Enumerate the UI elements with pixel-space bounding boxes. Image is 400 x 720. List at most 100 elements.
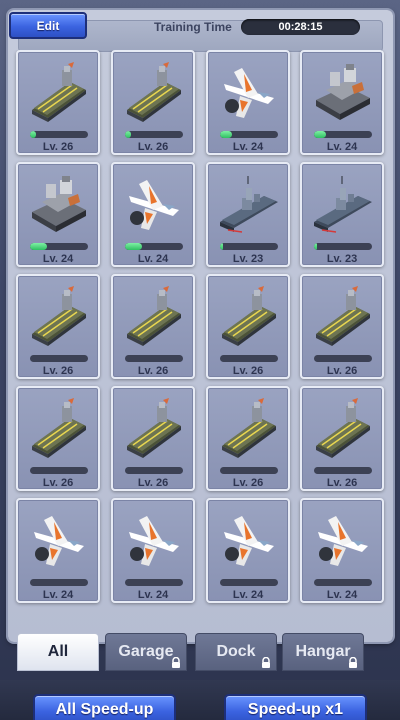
- unit-level: Lv. 24: [42, 253, 74, 265]
- carrier-unit-icon: [28, 60, 90, 124]
- unit-card[interactable]: Lv. 24: [16, 498, 100, 603]
- unit-level: Lv. 26: [326, 477, 358, 489]
- unit-card[interactable]: Lv. 24: [300, 50, 384, 155]
- training-progress-bar: [125, 579, 183, 586]
- tab-all[interactable]: All: [17, 633, 99, 671]
- tank-unit-icon: [312, 60, 374, 124]
- unit-level: Lv. 26: [42, 365, 74, 377]
- training-progress-fill: [125, 243, 143, 250]
- jet-unit-icon: [123, 172, 185, 236]
- destroyer-unit-icon: [218, 172, 280, 236]
- training-progress-bar: [125, 243, 183, 250]
- unit-card[interactable]: Lv. 26: [206, 274, 290, 379]
- training-progress-fill: [30, 243, 48, 250]
- unit-card[interactable]: Lv. 23: [206, 162, 290, 267]
- training-progress-fill: [220, 243, 223, 250]
- carrier-unit-icon: [123, 60, 185, 124]
- jet-unit-icon: [28, 508, 90, 572]
- training-progress-bar: [220, 467, 278, 474]
- unit-card[interactable]: Lv. 24: [111, 498, 195, 603]
- unit-card[interactable]: Lv. 26: [111, 274, 195, 379]
- unit-level: Lv. 24: [137, 589, 169, 601]
- carrier-unit-icon: [28, 396, 90, 460]
- unit-card[interactable]: Lv. 26: [16, 50, 100, 155]
- training-progress-bar: [30, 131, 88, 138]
- tab-dock[interactable]: Dock: [195, 633, 277, 671]
- tab-hangar[interactable]: Hangar: [282, 633, 364, 671]
- category-tabs: All Garage Dock Hangar: [8, 633, 393, 673]
- training-progress-bar: [314, 131, 372, 138]
- training-progress-bar: [314, 355, 372, 362]
- training-progress-bar: [30, 243, 88, 250]
- training-progress-bar: [220, 355, 278, 362]
- training-progress-bar: [314, 243, 372, 250]
- unit-level: Lv. 26: [232, 365, 264, 377]
- edit-button[interactable]: Edit: [9, 12, 87, 39]
- training-progress-fill: [220, 131, 232, 138]
- training-progress-bar: [220, 131, 278, 138]
- unit-level: Lv. 24: [137, 253, 169, 265]
- carrier-unit-icon: [312, 396, 374, 460]
- carrier-unit-icon: [123, 284, 185, 348]
- lock-icon: [170, 656, 182, 668]
- unit-level: Lv. 23: [232, 253, 264, 265]
- carrier-unit-icon: [28, 284, 90, 348]
- unit-level: Lv. 24: [326, 141, 358, 153]
- unit-level: Lv. 24: [232, 589, 264, 601]
- unit-grid: Lv. 26 Lv. 26 Lv. 24 Lv. 24 Lv. 24 Lv. 24 Lv. …: [8, 50, 388, 638]
- training-progress-bar: [314, 467, 372, 474]
- unit-level: Lv. 24: [42, 589, 74, 601]
- jet-unit-icon: [312, 508, 374, 572]
- jet-unit-icon: [123, 508, 185, 572]
- tab-label: Hangar: [295, 643, 351, 660]
- unit-card[interactable]: Lv. 24: [206, 50, 290, 155]
- unit-level: Lv. 24: [326, 589, 358, 601]
- training-timer: 00:28:15: [241, 19, 360, 35]
- training-progress-bar: [30, 467, 88, 474]
- unit-card[interactable]: Lv. 26: [300, 386, 384, 491]
- unit-card[interactable]: Lv. 23: [300, 162, 384, 267]
- unit-card[interactable]: Lv. 26: [16, 274, 100, 379]
- carrier-unit-icon: [123, 396, 185, 460]
- speedup-x1-button[interactable]: Speed-up x1: [224, 694, 367, 720]
- training-progress-fill: [30, 131, 36, 138]
- tab-label: Dock: [216, 643, 256, 660]
- training-progress-bar: [125, 131, 183, 138]
- unit-card[interactable]: Lv. 24: [16, 162, 100, 267]
- unit-level: Lv. 26: [137, 141, 169, 153]
- carrier-unit-icon: [218, 396, 280, 460]
- training-progress-bar: [125, 467, 183, 474]
- tab-label: All: [47, 643, 69, 660]
- training-progress-bar: [220, 243, 278, 250]
- jet-unit-icon: [218, 60, 280, 124]
- lock-icon: [260, 656, 272, 668]
- unit-level: Lv. 23: [326, 253, 358, 265]
- unit-level: Lv. 26: [232, 477, 264, 489]
- unit-card[interactable]: Lv. 24: [111, 162, 195, 267]
- unit-level: Lv. 24: [232, 141, 264, 153]
- lock-icon: [347, 656, 359, 668]
- tank-unit-icon: [28, 172, 90, 236]
- training-progress-fill: [314, 243, 317, 250]
- unit-card[interactable]: Lv. 26: [16, 386, 100, 491]
- unit-level: Lv. 26: [137, 477, 169, 489]
- all-speedup-button[interactable]: All Speed-up: [33, 694, 176, 720]
- unit-card[interactable]: Lv. 26: [111, 386, 195, 491]
- training-progress-bar: [125, 355, 183, 362]
- unit-card[interactable]: Lv. 26: [300, 274, 384, 379]
- carrier-unit-icon: [312, 284, 374, 348]
- unit-level: Lv. 26: [42, 141, 74, 153]
- unit-card[interactable]: Lv. 24: [300, 498, 384, 603]
- unit-level: Lv. 26: [326, 365, 358, 377]
- tab-label: Garage: [118, 643, 174, 660]
- tab-garage[interactable]: Garage: [105, 633, 187, 671]
- training-progress-fill: [125, 131, 131, 138]
- unit-card[interactable]: Lv. 26: [206, 386, 290, 491]
- training-progress-bar: [30, 355, 88, 362]
- carrier-unit-icon: [218, 284, 280, 348]
- unit-level: Lv. 26: [137, 365, 169, 377]
- unit-card[interactable]: Lv. 26: [111, 50, 195, 155]
- unit-card[interactable]: Lv. 24: [206, 498, 290, 603]
- training-time-label: Training Time: [154, 20, 232, 34]
- training-progress-bar: [314, 579, 372, 586]
